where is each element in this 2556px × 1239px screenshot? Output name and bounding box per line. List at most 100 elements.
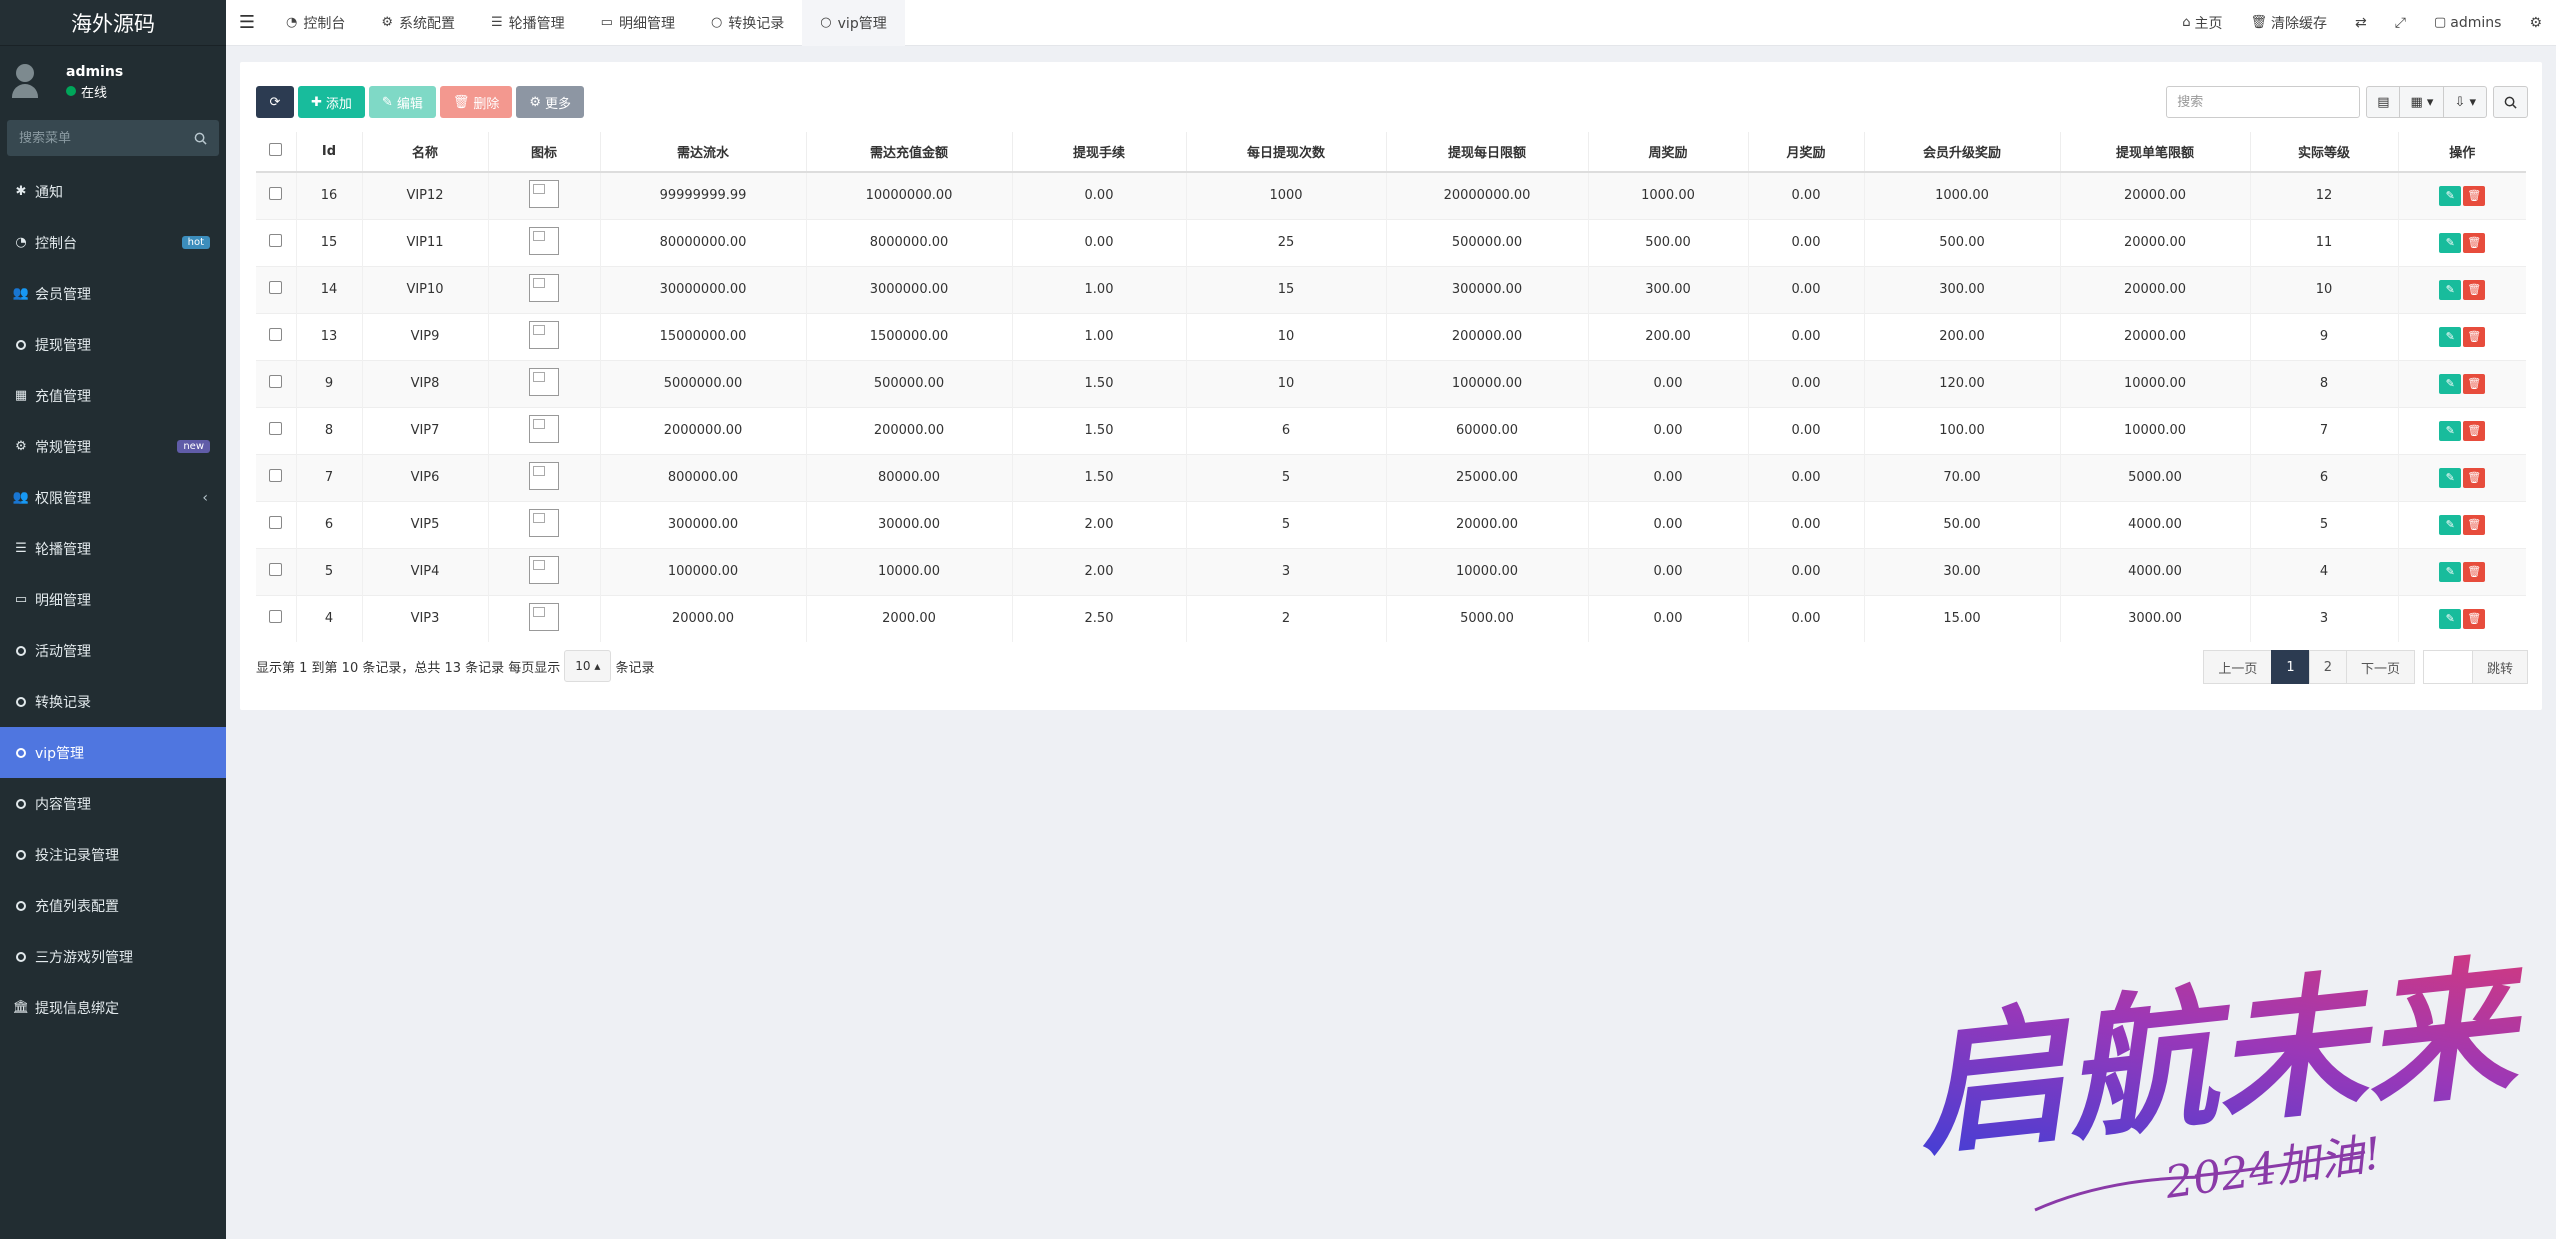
table-row[interactable]: 8 VIP7 2000000.00 200000.00 1.50 6 60000.00 0.0… [256,406,2526,454]
row-delete-button[interactable]: 🗑 [2463,185,2486,206]
sidebar-item-recharge[interactable]: ▦ 充值管理 [0,370,226,421]
row-delete-button[interactable]: 🗑 [2463,467,2486,488]
sidebar-item-withdraw-bind[interactable]: 🏛 提现信息绑定 [0,982,226,1033]
sidebar-item-permission[interactable]: 👥 权限管理 ‹ [0,472,226,523]
delete-button[interactable]: 🗑 删除 [439,86,513,118]
broken-image-icon[interactable] [529,320,559,349]
sidebar-item-members[interactable]: 👥 会员管理 [0,268,226,319]
row-checkbox[interactable] [269,281,283,294]
row-edit-button[interactable]: ✎ [2439,561,2462,582]
row-delete-button[interactable]: 🗑 [2463,608,2486,629]
row-delete-button[interactable]: 🗑 [2463,514,2486,535]
table-row[interactable]: 14 VIP10 30000000.00 3000000.00 1.00 15 300000… [256,265,2526,313]
row-checkbox[interactable] [269,375,283,388]
row-checkbox[interactable] [269,516,283,529]
col-icon[interactable]: 图标 [487,132,600,173]
sidebar-item-conversion[interactable]: 转换记录 [0,676,226,727]
sidebar-item-games[interactable]: 三方游戏列管理 [0,931,226,982]
col-actual-level[interactable]: 实际等级 [2249,132,2398,173]
broken-image-icon[interactable] [529,414,559,443]
user-menu[interactable]: ▢ admins [2420,15,2515,31]
refresh-button[interactable]: ⟳ [256,86,294,118]
next-page-button[interactable]: 下一页 [2345,650,2415,684]
col-single-withdraw-limit[interactable]: 提现单笔限额 [2059,132,2250,173]
table-row[interactable]: 13 VIP9 15000000.00 1500000.00 1.00 10 200000.… [256,312,2526,360]
language-icon[interactable]: ⇄ [2341,15,2381,31]
add-button[interactable]: ✚ 添加 [298,86,365,118]
page-size-select[interactable]: 10 ▴ [564,650,612,682]
col-daily-withdraw-limit[interactable]: 提现每日限额 [1385,132,1588,173]
broken-image-icon[interactable] [529,179,559,208]
tab-details[interactable]: ▭ 明细管理 [583,0,693,46]
clear-cache-button[interactable]: 🗑 清除缓存 [2237,13,2342,33]
sidebar-item-bets[interactable]: 投注记录管理 [0,829,226,880]
tab-conversion[interactable]: ○ 转换记录 [693,0,802,46]
row-checkbox[interactable] [269,469,283,482]
row-delete-button[interactable]: 🗑 [2463,420,2486,441]
row-delete-button[interactable]: 🗑 [2463,326,2486,347]
toggle-view-icon[interactable]: ▤ [2366,86,2401,118]
broken-image-icon[interactable] [529,602,559,631]
sidebar-item-recharge-config[interactable]: 充值列表配置 [0,880,226,931]
row-edit-button[interactable]: ✎ [2439,514,2462,535]
col-id[interactable]: Id [295,132,362,173]
row-edit-button[interactable]: ✎ [2439,608,2462,629]
broken-image-icon[interactable] [529,367,559,396]
table-row[interactable]: 6 VIP5 300000.00 30000.00 2.00 5 20000.00 0.00 0… [256,500,2526,548]
broken-image-icon[interactable] [529,226,559,255]
table-row[interactable]: 16 VIP12 99999999.99 10000000.00 0.00 1000 200… [256,171,2526,219]
row-edit-button[interactable]: ✎ [2439,373,2462,394]
brand-logo[interactable]: 海外源码 [0,0,226,46]
table-row[interactable]: 4 VIP3 20000.00 2000.00 2.50 2 5000.00 0.00 0.00… [256,594,2526,642]
tab-system-config[interactable]: ⚙ 系统配置 [363,0,473,46]
search-icon[interactable] [194,132,207,145]
row-edit-button[interactable]: ✎ [2439,185,2462,206]
row-delete-button[interactable]: 🗑 [2463,232,2486,253]
table-row[interactable]: 7 VIP6 800000.00 80000.00 1.50 5 25000.00 0.00 0… [256,453,2526,501]
sidebar-item-withdraw[interactable]: 提现管理 [0,319,226,370]
row-edit-button[interactable]: ✎ [2439,326,2462,347]
table-row[interactable]: 5 VIP4 100000.00 10000.00 2.00 3 10000.00 0.00 0… [256,547,2526,595]
row-edit-button[interactable]: ✎ [2439,467,2462,488]
row-checkbox[interactable] [269,234,283,247]
row-edit-button[interactable]: ✎ [2439,279,2462,300]
broken-image-icon[interactable] [529,273,559,302]
sidebar-item-dashboard[interactable]: ◔ 控制台 hot [0,217,226,268]
row-delete-button[interactable]: 🗑 [2463,373,2486,394]
jump-button[interactable]: 跳转 [2471,650,2528,684]
menu-search-input[interactable] [19,130,179,146]
page-button-2[interactable]: 2 [2308,650,2347,684]
menu-toggle-icon[interactable]: ☰ [226,12,268,33]
home-link[interactable]: ⌂ 主页 [2168,13,2236,33]
col-name[interactable]: 名称 [361,132,488,173]
more-button[interactable]: ⚙ 更多 [516,86,585,118]
broken-image-icon[interactable] [529,555,559,584]
row-edit-button[interactable]: ✎ [2439,420,2462,441]
col-withdraw-fee[interactable]: 提现手续 [1011,132,1186,173]
row-delete-button[interactable]: 🗑 [2463,279,2486,300]
fullscreen-icon[interactable]: ⤢ [2381,15,2420,31]
sidebar-item-general[interactable]: ⚙ 常规管理 new [0,421,226,472]
jump-page-input[interactable] [2422,650,2473,684]
col-recharge-amount[interactable]: 需达充值金额 [805,132,1012,173]
row-checkbox[interactable] [269,187,283,201]
sidebar-item-notify[interactable]: ✱ 通知 [0,166,226,217]
row-checkbox[interactable] [269,563,283,576]
columns-icon[interactable]: ▦ ▾ [2399,86,2445,118]
row-checkbox[interactable] [269,328,283,341]
sidebar-item-activity[interactable]: 活动管理 [0,625,226,676]
broken-image-icon[interactable] [529,461,559,490]
page-button-1[interactable]: 1 [2271,650,2310,684]
tab-carousel[interactable]: ☰ 轮播管理 [473,0,583,46]
row-checkbox[interactable] [269,422,283,435]
sidebar-item-vip[interactable]: vip管理 [0,727,226,778]
tab-dashboard[interactable]: ◔ 控制台 [268,0,363,46]
col-daily-withdraw-count[interactable]: 每日提现次数 [1185,132,1386,173]
sidebar-item-carousel[interactable]: ☰ 轮播管理 [0,523,226,574]
prev-page-button[interactable]: 上一页 [2203,650,2273,684]
col-upgrade-reward[interactable]: 会员升级奖励 [1863,132,2060,173]
export-icon[interactable]: ⇩ ▾ [2443,86,2487,118]
edit-button[interactable]: ✎ 编辑 [368,86,436,118]
search-icon[interactable] [2493,86,2528,118]
col-monthly-reward[interactable]: 月奖励 [1747,132,1864,173]
